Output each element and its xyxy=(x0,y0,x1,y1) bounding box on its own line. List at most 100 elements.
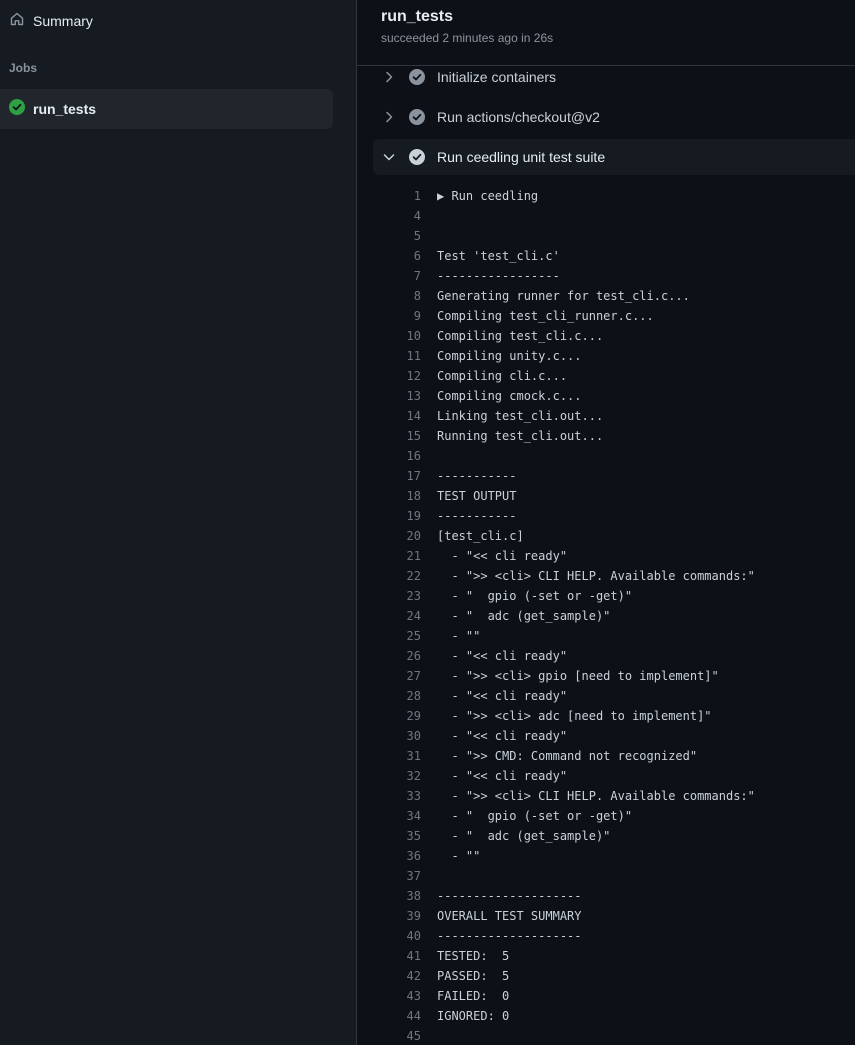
chevron-right-icon xyxy=(381,109,397,125)
log-line: 9 Compiling test_cli_runner.c... xyxy=(357,306,855,326)
log-line-text: -------------------- xyxy=(437,889,582,903)
log-line-text: - ">> <cli> CLI HELP. Available commands… xyxy=(437,789,755,803)
log-line-text: - " gpio (-set or -get)" xyxy=(437,589,633,603)
log-line: 45 xyxy=(357,1026,855,1045)
log-line-number[interactable]: 20 xyxy=(357,526,421,546)
step-run-checkout[interactable]: Run actions/checkout@v2 xyxy=(373,99,855,135)
log-line-text: - " adc (get_sample)" xyxy=(437,829,611,843)
log-line: 13 Compiling cmock.c... xyxy=(357,386,855,406)
step-label: Run actions/checkout@v2 xyxy=(437,109,600,125)
log-line-number[interactable]: 31 xyxy=(357,746,421,766)
log-line-number[interactable]: 37 xyxy=(357,866,421,886)
log-line-text: TEST OUTPUT xyxy=(437,489,517,503)
log-line-text: - ">> <cli> gpio [need to implement]" xyxy=(437,669,719,683)
log-line-text: - "<< cli ready" xyxy=(437,689,568,703)
log-line-number[interactable]: 44 xyxy=(357,1006,421,1026)
log-line-number[interactable]: 15 xyxy=(357,426,421,446)
log-line: 32 - "<< cli ready" xyxy=(357,766,855,786)
log-line-number[interactable]: 11 xyxy=(357,346,421,366)
log-line-number[interactable]: 19 xyxy=(357,506,421,526)
log-line: 18 TEST OUTPUT xyxy=(357,486,855,506)
log-line-number[interactable]: 45 xyxy=(357,1026,421,1045)
log-line-text: - "<< cli ready" xyxy=(437,549,568,563)
log-line-text[interactable]: ▶ Run ceedling xyxy=(437,186,538,206)
job-header: run_tests succeeded 2 minutes ago in 26s xyxy=(357,0,855,66)
log-line-number[interactable]: 6 xyxy=(357,246,421,266)
log-line-number[interactable]: 43 xyxy=(357,986,421,1006)
step-run-ceedling[interactable]: Run ceedling unit test suite xyxy=(373,139,855,175)
log-line-number[interactable]: 5 xyxy=(357,226,421,246)
log-line-number[interactable]: 26 xyxy=(357,646,421,666)
sidebar-summary-link[interactable]: Summary xyxy=(0,5,340,37)
log-line-number[interactable]: 27 xyxy=(357,666,421,686)
log-line-number[interactable]: 28 xyxy=(357,686,421,706)
chevron-down-icon xyxy=(381,149,397,165)
log-line-number[interactable]: 7 xyxy=(357,266,421,286)
log-line: 36 - "" xyxy=(357,846,855,866)
log-line: 24 - " adc (get_sample)" xyxy=(357,606,855,626)
log-line-number[interactable]: 17 xyxy=(357,466,421,486)
log-line-number[interactable]: 38 xyxy=(357,886,421,906)
sidebar-job-label: run_tests xyxy=(33,101,97,117)
log-line-text: Compiling test_cli.c... xyxy=(437,329,604,343)
log-line-number[interactable]: 4 xyxy=(357,206,421,226)
job-title: run_tests xyxy=(381,8,454,25)
log-line-number[interactable]: 9 xyxy=(357,306,421,326)
log-line: 15 Running test_cli.out... xyxy=(357,426,855,446)
log-line-text: Compiling test_cli_runner.c... xyxy=(437,309,654,323)
log-line: 41 TESTED: 5 xyxy=(357,946,855,966)
log-line-text: - ">> <cli> adc [need to implement]" xyxy=(437,709,712,723)
sidebar: Summary Jobs run_tests xyxy=(0,0,357,1045)
log-line: 11 Compiling unity.c... xyxy=(357,346,855,366)
log-line-number[interactable]: 18 xyxy=(357,486,421,506)
log-line-number[interactable]: 16 xyxy=(357,446,421,466)
log-line-number[interactable]: 13 xyxy=(357,386,421,406)
log-line-number[interactable]: 24 xyxy=(357,606,421,626)
log-line: 38 -------------------- xyxy=(357,886,855,906)
log-line: 14 Linking test_cli.out... xyxy=(357,406,855,426)
log-line: 33 - ">> <cli> CLI HELP. Available comma… xyxy=(357,786,855,806)
log-line-number[interactable]: 34 xyxy=(357,806,421,826)
log-line-number[interactable]: 39 xyxy=(357,906,421,926)
log-line: 16 xyxy=(357,446,855,466)
log-line-number[interactable]: 25 xyxy=(357,626,421,646)
log-line-number[interactable]: 22 xyxy=(357,566,421,586)
log-line: 20 [test_cli.c] xyxy=(357,526,855,546)
log-line-number[interactable]: 40 xyxy=(357,926,421,946)
log-line-text: - "<< cli ready" xyxy=(437,769,568,783)
log-line: 10 Compiling test_cli.c... xyxy=(357,326,855,346)
log-line: 44 IGNORED: 0 xyxy=(357,1006,855,1026)
check-circle-icon xyxy=(409,149,425,165)
log-line-number[interactable]: 8 xyxy=(357,286,421,306)
log-line: 7 ----------------- xyxy=(357,266,855,286)
log-line-number[interactable]: 23 xyxy=(357,586,421,606)
log-line: 42 PASSED: 5 xyxy=(357,966,855,986)
log-line-number[interactable]: 36 xyxy=(357,846,421,866)
log-line-number[interactable]: 12 xyxy=(357,366,421,386)
log-line: 4 xyxy=(357,206,855,226)
log-line-number[interactable]: 35 xyxy=(357,826,421,846)
log-line: 39 OVERALL TEST SUMMARY xyxy=(357,906,855,926)
log-line: 34 - " gpio (-set or -get)" xyxy=(357,806,855,826)
log-line: 22 - ">> <cli> CLI HELP. Available comma… xyxy=(357,566,855,586)
log-line-text: Generating runner for test_cli.c... xyxy=(437,289,690,303)
log-line-number[interactable]: 21 xyxy=(357,546,421,566)
log-line-text: ----------- xyxy=(437,469,517,483)
log-line: 29 - ">> <cli> adc [need to implement]" xyxy=(357,706,855,726)
log-line-number[interactable]: 42 xyxy=(357,966,421,986)
check-circle-icon xyxy=(409,109,425,125)
sidebar-job-run-tests[interactable]: run_tests xyxy=(0,89,333,129)
log-line-text: IGNORED: 0 xyxy=(437,1009,510,1023)
log-line-number[interactable]: 1 xyxy=(357,186,421,206)
log-line-number[interactable]: 30 xyxy=(357,726,421,746)
check-circle-icon xyxy=(9,98,25,120)
log-line-number[interactable]: 10 xyxy=(357,326,421,346)
log-line-number[interactable]: 32 xyxy=(357,766,421,786)
log-line-number[interactable]: 33 xyxy=(357,786,421,806)
log-line: 37 xyxy=(357,866,855,886)
log-line-number[interactable]: 41 xyxy=(357,946,421,966)
log-line-number[interactable]: 29 xyxy=(357,706,421,726)
sidebar-summary-label: Summary xyxy=(33,13,93,29)
log-line: 40 -------------------- xyxy=(357,926,855,946)
log-line-number[interactable]: 14 xyxy=(357,406,421,426)
